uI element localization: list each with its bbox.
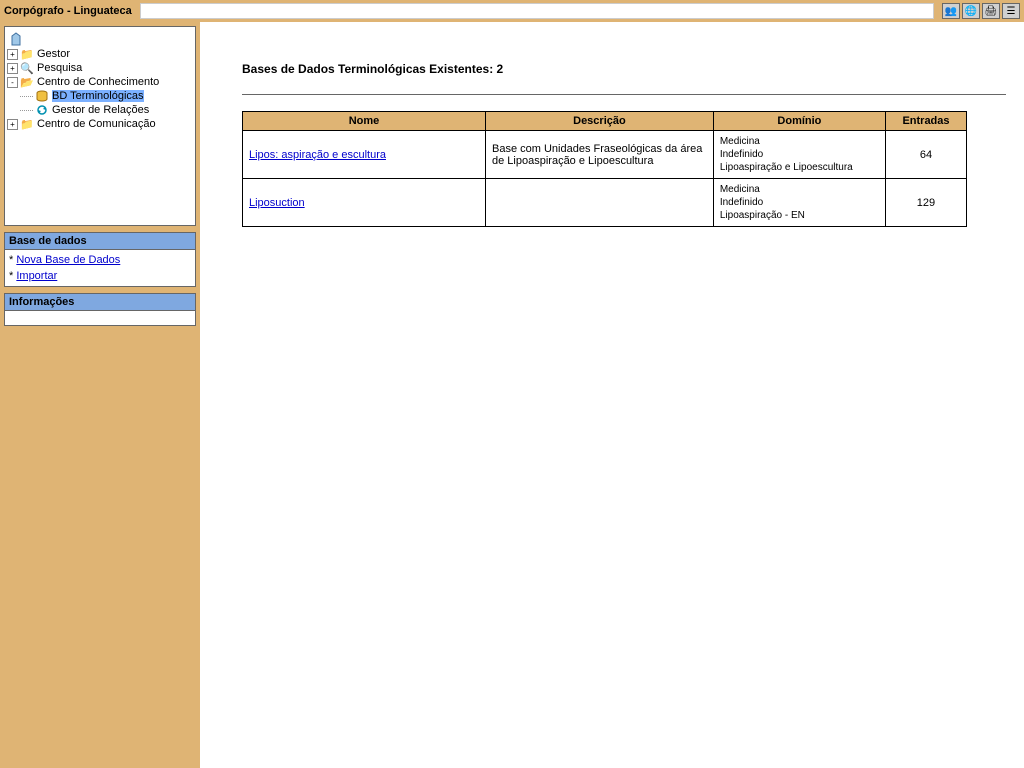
folder-icon: 📁 xyxy=(20,118,34,130)
sidebar-section-info: Informações xyxy=(4,293,196,326)
topbar: Corpógrafo - Linguateca 👥 🌐 🖨 ☰ xyxy=(0,0,1024,22)
nav-tree: +📁Gestor+🔍Pesquisa-📂Centro de Conhecimen… xyxy=(4,26,196,226)
cell-descricao: Base com Unidades Fraseológicas da área … xyxy=(486,131,714,179)
tree-item[interactable]: +📁Gestor xyxy=(7,47,193,61)
users-icon[interactable]: 👥 xyxy=(942,3,960,19)
tree-label: Gestor xyxy=(37,48,70,60)
link-new-db[interactable]: Nova Base de Dados xyxy=(16,254,120,266)
cell-descricao xyxy=(486,179,714,227)
topbar-toolbar: 👥 🌐 🖨 ☰ xyxy=(942,3,1020,19)
main-content: Bases de Dados Terminológicas Existentes… xyxy=(200,22,1024,768)
title-divider xyxy=(242,94,1006,95)
tree-label: Centro de Conhecimento xyxy=(37,76,159,88)
tree-toggle[interactable]: + xyxy=(7,119,18,130)
col-header-dominio: Domínio xyxy=(713,112,885,131)
tree-branch-line xyxy=(20,91,33,97)
list-icon[interactable]: ☰ xyxy=(1002,3,1020,19)
sidebar-header-db: Base de dados xyxy=(5,233,195,250)
search-input[interactable] xyxy=(140,3,934,19)
tree-item[interactable]: +🔍Pesquisa xyxy=(7,61,193,75)
db-name-link[interactable]: Lipos: aspiração e escultura xyxy=(249,149,386,161)
sidebar-body-info xyxy=(5,311,195,325)
tree-toggle[interactable]: - xyxy=(7,77,18,88)
tree-item[interactable]: +📁Centro de Comunicação xyxy=(7,117,193,131)
tree-label: Pesquisa xyxy=(37,62,82,74)
tree-toggle[interactable]: + xyxy=(7,49,18,60)
col-header-nome: Nome xyxy=(243,112,486,131)
magnifier-icon: 🔍 xyxy=(20,62,34,74)
tree-item[interactable]: BD Terminológicas xyxy=(7,89,193,103)
tree-label: Gestor de Relações xyxy=(52,104,149,116)
sidebar-header-info: Informações xyxy=(5,294,195,311)
table-row: Liposuction MedicinaIndefinidoLipoaspiraç… xyxy=(243,179,967,227)
globe-icon[interactable]: 🌐 xyxy=(962,3,980,19)
tree-branch-line xyxy=(20,105,33,111)
page-title: Bases de Dados Terminológicas Existentes… xyxy=(242,62,1006,76)
tree-item[interactable]: -📂Centro de Conhecimento xyxy=(7,75,193,89)
db-table: Nome Descrição Domínio Entradas Lipos: a… xyxy=(242,111,967,227)
table-row: Lipos: aspiração e escultura Base com Uni… xyxy=(243,131,967,179)
cell-dominio: MedicinaIndefinidoLipoaspiração - EN xyxy=(713,179,885,227)
tree-root[interactable] xyxy=(7,31,193,47)
app-title: Corpógrafo - Linguateca xyxy=(4,5,132,17)
sidebar-body-db: * Nova Base de Dados * Importar xyxy=(5,250,195,286)
folder-open-icon: 📂 xyxy=(20,76,34,88)
db-name-link[interactable]: Liposuction xyxy=(249,197,305,209)
cell-entradas: 129 xyxy=(885,179,966,227)
database-icon xyxy=(35,90,49,102)
sidebar: +📁Gestor+🔍Pesquisa-📂Centro de Conhecimen… xyxy=(0,22,200,768)
tree-toggle[interactable]: + xyxy=(7,63,18,74)
col-header-entradas: Entradas xyxy=(885,112,966,131)
folder-icon: 📁 xyxy=(20,48,34,60)
link-import[interactable]: Importar xyxy=(16,270,57,282)
cell-entradas: 64 xyxy=(885,131,966,179)
sidebar-section-db: Base de dados * Nova Base de Dados * Imp… xyxy=(4,232,196,287)
tree-item[interactable]: Gestor de Relações xyxy=(7,103,193,117)
col-header-descricao: Descrição xyxy=(486,112,714,131)
tree-label: BD Terminológicas xyxy=(52,90,144,102)
print-icon[interactable]: 🖨 xyxy=(982,3,1000,19)
cell-dominio: MedicinaIndefinidoLipoaspiração e Lipoes… xyxy=(713,131,885,179)
relations-icon xyxy=(35,104,49,116)
tree-label: Centro de Comunicação xyxy=(37,118,156,130)
